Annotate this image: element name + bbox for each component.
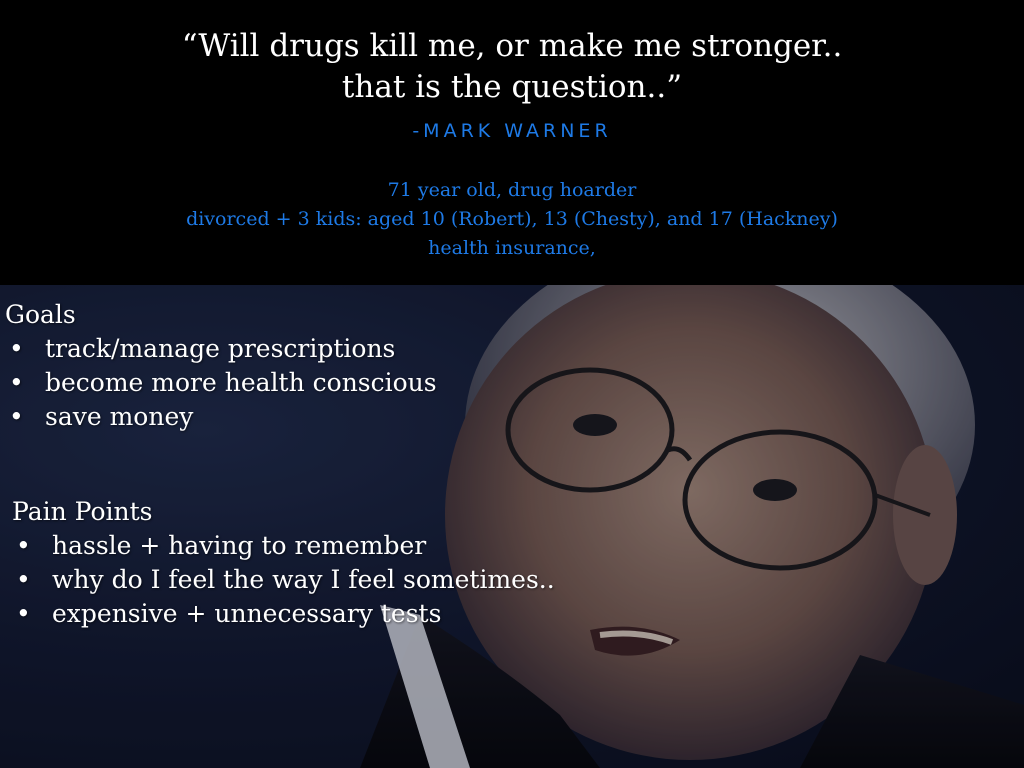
pain-points-heading: Pain Points <box>12 497 153 526</box>
bullet-icon: • <box>9 402 24 431</box>
list-item: • track/manage prescriptions <box>5 332 437 366</box>
pain-points-section: Pain Points • hassle + having to remember… <box>12 495 555 631</box>
bullet-icon: • <box>16 565 31 594</box>
persona-bio: 71 year old, drug hoarder divorced + 3 k… <box>0 176 1024 263</box>
pain-point-text: hassle + having to remember <box>52 531 427 560</box>
bullet-icon: • <box>16 599 31 628</box>
persona-slide: “Will drugs kill me, or make me stronger… <box>0 0 1024 768</box>
goals-heading: Goals <box>5 300 76 329</box>
bullet-icon: • <box>16 531 31 560</box>
bullet-icon: • <box>9 368 24 397</box>
quote-attribution: -MARK WARNER <box>412 120 612 142</box>
header-panel: “Will drugs kill me, or make me stronger… <box>0 0 1024 285</box>
goal-text: save money <box>45 402 194 431</box>
goal-text: become more health conscious <box>45 368 437 397</box>
list-item: • why do I feel the way I feel sometimes.… <box>12 563 555 597</box>
pain-point-text: why do I feel the way I feel sometimes.. <box>52 565 555 594</box>
bio-line-2: divorced + 3 kids: aged 10 (Robert), 13 … <box>186 208 838 230</box>
bullet-icon: • <box>9 334 24 363</box>
goals-list: • track/manage prescriptions • become more… <box>5 332 437 434</box>
quote-line-2: that is the question..” <box>341 69 683 105</box>
goals-section: Goals • track/manage prescriptions • becom… <box>5 298 437 434</box>
list-item: • hassle + having to remember <box>12 529 555 563</box>
list-item: • save money <box>5 400 437 434</box>
quote-line-1: “Will drugs kill me, or make me stronger… <box>181 28 843 64</box>
bio-line-1: 71 year old, drug hoarder <box>387 179 637 201</box>
bio-line-3: health insurance, <box>428 237 596 259</box>
goal-text: track/manage prescriptions <box>45 334 396 363</box>
quote: “Will drugs kill me, or make me stronger… <box>0 26 1024 108</box>
list-item: • expensive + unnecessary tests <box>12 597 555 631</box>
list-item: • become more health conscious <box>5 366 437 400</box>
pain-point-text: expensive + unnecessary tests <box>52 599 442 628</box>
pain-points-list: • hassle + having to remember • why do I f… <box>12 529 555 631</box>
